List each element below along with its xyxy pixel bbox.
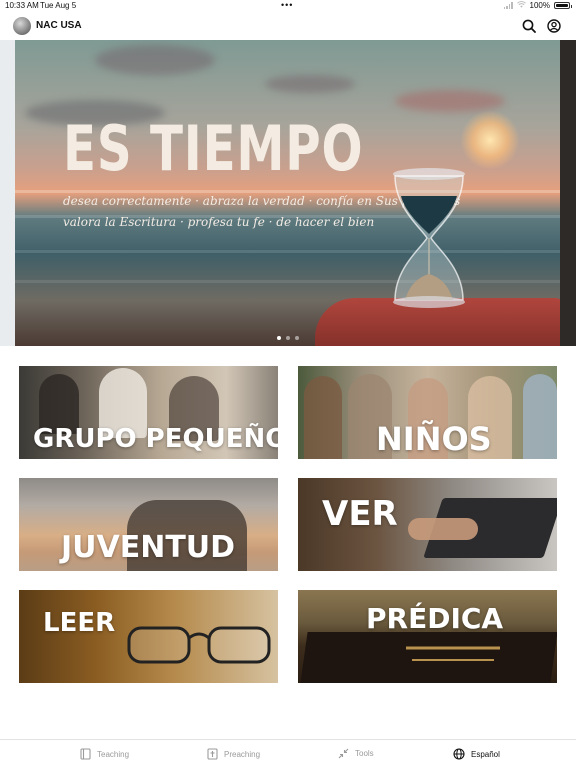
hero-title: ES TIEMPO — [63, 112, 364, 185]
battery-percent: 100% — [529, 1, 550, 10]
hero-slide[interactable]: ES TIEMPO desea correctamente · abraza l… — [15, 40, 560, 346]
app-title: NAC USA — [36, 20, 82, 31]
tile-label: PRÉDICA — [366, 602, 504, 635]
wave-line — [15, 190, 560, 193]
pager-dot[interactable] — [286, 336, 290, 340]
status-bar: 10:33 AM Tue Aug 5 ••• 100% — [0, 0, 576, 12]
tile-grupo-pequeno[interactable]: GRUPO PEQUEÑO — [19, 366, 278, 459]
bible-cover-text-icon — [406, 646, 500, 661]
hourglass-icon — [393, 168, 465, 308]
cloud-shape — [395, 90, 505, 112]
hand-shape — [408, 518, 478, 540]
next-slide-peek[interactable] — [560, 40, 576, 346]
tab-tools[interactable]: Tools — [338, 748, 374, 759]
tile-label: GRUPO PEQUEÑO — [33, 424, 278, 454]
tile-predica[interactable]: PRÉDICA — [298, 590, 557, 683]
carousel-pager[interactable] — [0, 336, 576, 340]
user-circle-icon[interactable] — [546, 18, 562, 34]
tile-ninos[interactable]: NIÑOS — [298, 366, 557, 459]
cloud-shape — [95, 45, 215, 75]
cellular-signal-icon — [503, 2, 513, 9]
tile-label: VER — [322, 494, 398, 534]
cloud-shape — [265, 75, 355, 93]
glasses-icon — [127, 626, 271, 664]
tab-label: Español — [471, 749, 500, 759]
tile-ver[interactable]: VER — [298, 478, 557, 571]
status-time: 10:33 AM — [5, 1, 39, 10]
child-shape — [523, 374, 557, 459]
battery-icon — [554, 2, 572, 9]
bottom-tab-bar: Teaching Preaching Tools Español — [0, 739, 576, 768]
hero-subtitle-line2: valora la Escritura · profesa tu fe · de… — [63, 215, 375, 229]
tile-juventud[interactable]: JUVENTUD — [19, 478, 278, 571]
multitasking-dots[interactable]: ••• — [281, 0, 293, 10]
pager-dot-active[interactable] — [277, 336, 281, 340]
app-header: NAC USA — [0, 12, 576, 40]
book-icon — [80, 748, 91, 760]
child-shape — [304, 376, 342, 459]
tab-label: Teaching — [97, 749, 130, 759]
sun-glow — [460, 110, 520, 170]
status-date: Tue Aug 5 — [40, 1, 77, 10]
tab-espanol[interactable]: Español — [453, 748, 500, 760]
nac-logo[interactable] — [13, 17, 31, 35]
tile-label: JUVENTUD — [61, 530, 236, 565]
search-icon[interactable] — [521, 18, 537, 34]
status-indicators: 100% — [503, 1, 572, 10]
pager-dot[interactable] — [295, 336, 299, 340]
tile-label: NIÑOS — [376, 420, 492, 458]
globe-icon — [453, 748, 465, 760]
bible-cross-icon — [207, 748, 218, 760]
wave-line — [15, 280, 560, 283]
tab-label: Preaching — [224, 749, 261, 759]
tile-leer[interactable]: LEER — [19, 590, 278, 683]
tab-label: Tools — [355, 749, 374, 758]
wave-line — [15, 250, 560, 253]
tab-preaching[interactable]: Preaching — [207, 748, 260, 760]
collapse-arrows-icon — [338, 748, 349, 759]
hero-carousel[interactable]: ES TIEMPO desea correctamente · abraza l… — [0, 40, 576, 346]
wifi-icon — [516, 1, 526, 10]
tile-label: LEER — [43, 608, 116, 638]
tab-teaching[interactable]: Teaching — [80, 748, 129, 760]
